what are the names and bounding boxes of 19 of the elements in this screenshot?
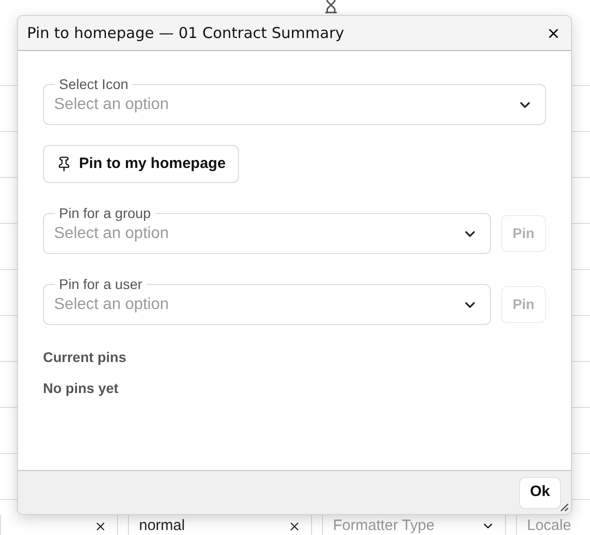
dialog-title: Pin to homepage — 01 Contract Summary (27, 22, 346, 44)
field-value: normal (139, 517, 186, 535)
clear-icon[interactable] (288, 520, 301, 533)
placeholder: Formatter Type (333, 517, 436, 535)
pin-icon (56, 156, 72, 172)
placeholder: Select an option (54, 224, 170, 244)
field-label: Select Icon (58, 75, 130, 93)
ok-button[interactable]: Ok (518, 476, 561, 508)
resize-handle-icon (560, 503, 569, 512)
current-pins-heading: Current pins (43, 348, 128, 367)
field-label: Pin for a group (58, 204, 152, 222)
hourglass-icon (322, 0, 340, 14)
pin-to-homepage-button[interactable]: Pin to my homepage (43, 145, 239, 183)
placeholder: Select an option (54, 94, 170, 114)
empty-message: No pins yet (43, 379, 120, 398)
field-label: Pin for a user (58, 275, 144, 293)
placeholder: Select an option (54, 294, 170, 314)
placeholder: Locale (527, 517, 572, 535)
clear-icon[interactable] (94, 520, 107, 533)
